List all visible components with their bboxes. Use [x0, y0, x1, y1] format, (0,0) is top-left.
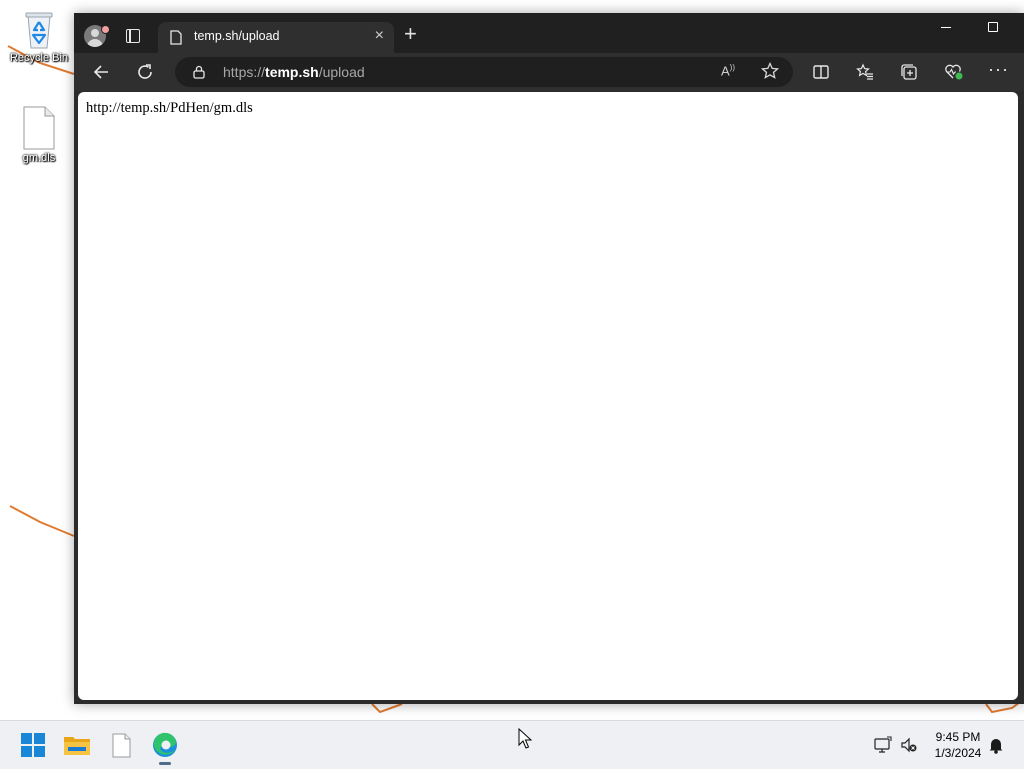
recycle-bin-icon	[25, 12, 53, 49]
start-icon[interactable]	[18, 730, 48, 760]
more-icon[interactable]: ···	[988, 59, 1009, 80]
page-content: http://temp.sh/PdHen/gm.dls	[78, 92, 1018, 700]
address-bar[interactable]: https://temp.sh/upload A))	[175, 57, 793, 87]
edge-icon[interactable]	[150, 730, 180, 760]
read-aloud-icon[interactable]: A))	[721, 63, 735, 78]
display-icon[interactable]	[874, 736, 892, 754]
browser-window: temp.sh/upload × + https://temp.sh/uploa…	[74, 13, 1024, 704]
file-label: gm.dls	[22, 152, 56, 164]
desktop-icon-recycle-bin[interactable]: Recycle Bin	[7, 8, 71, 65]
file-icon	[23, 106, 55, 150]
favorites-icon[interactable]	[856, 63, 874, 81]
notification-bell-icon[interactable]	[988, 736, 1004, 754]
clock[interactable]: 9:45 PM 1/3/2024	[928, 729, 988, 761]
speaker-muted-icon[interactable]	[900, 736, 918, 754]
page-url-text[interactable]: http://temp.sh/PdHen/gm.dls	[86, 100, 253, 117]
recycle-bin-label: Recycle Bin	[9, 52, 69, 64]
profile-status-dot	[101, 25, 110, 34]
clock-time: 9:45 PM	[935, 730, 981, 744]
maximize-button[interactable]	[988, 22, 998, 32]
minimize-button[interactable]	[941, 27, 951, 28]
refresh-icon[interactable]	[136, 63, 154, 81]
notepad-icon[interactable]	[106, 730, 136, 760]
page-icon	[170, 30, 182, 45]
url-text: https://temp.sh/upload	[223, 64, 365, 80]
tab-actions-icon[interactable]	[126, 29, 140, 43]
clock-date: 1/3/2024	[934, 746, 982, 760]
taskbar: 9:45 PM 1/3/2024	[0, 720, 1024, 769]
tab-temp-sh-upload[interactable]: temp.sh/upload ×	[158, 22, 394, 53]
close-tab-icon[interactable]: ×	[375, 27, 384, 45]
browser-essentials-icon[interactable]	[944, 63, 964, 81]
new-tab-button[interactable]: +	[404, 22, 417, 46]
title-bar: temp.sh/upload × +	[74, 13, 1024, 53]
lock-icon[interactable]	[193, 65, 205, 79]
tab-title: temp.sh/upload	[194, 29, 280, 43]
mouse-cursor-icon	[518, 728, 532, 749]
toolbar: https://temp.sh/upload A)) ···	[74, 53, 1024, 91]
edge-active-indicator	[159, 762, 171, 765]
favorite-star-icon[interactable]	[761, 62, 779, 80]
collections-icon[interactable]	[900, 63, 918, 81]
split-screen-icon[interactable]	[812, 63, 830, 81]
back-icon[interactable]	[92, 63, 110, 81]
desktop-icon-gm-dls[interactable]: gm.dls	[7, 106, 71, 165]
file-explorer-icon[interactable]	[62, 730, 92, 760]
